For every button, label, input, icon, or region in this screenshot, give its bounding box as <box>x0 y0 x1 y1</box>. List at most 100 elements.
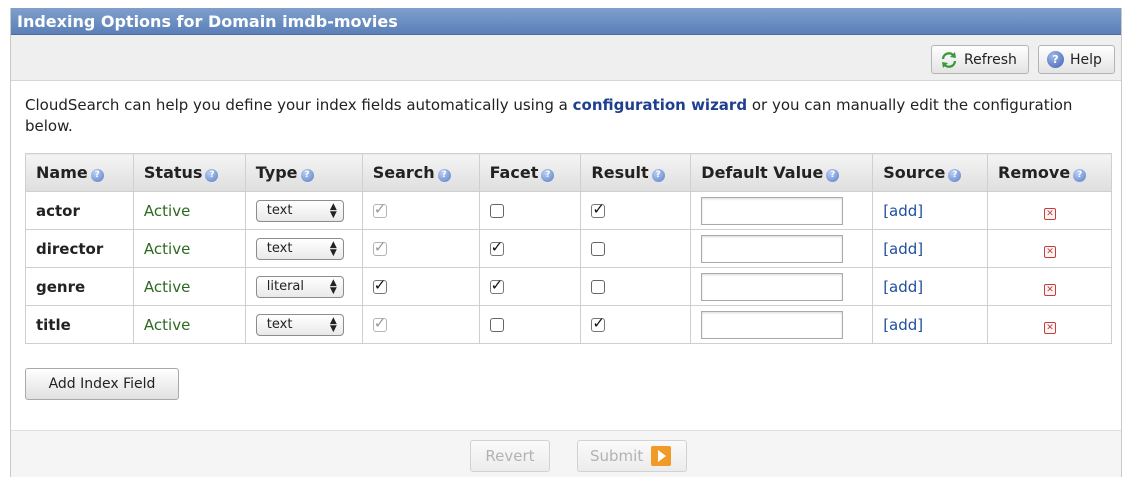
field-status: Active <box>132 305 246 344</box>
remove-cell: ✕ <box>987 305 1112 344</box>
help-label: Help <box>1070 51 1102 68</box>
search-cell <box>361 305 480 344</box>
default-value-cell <box>690 305 874 344</box>
column-label: Name <box>36 163 88 182</box>
table-row: genre Active literal ▲▼ [add] ✕ <box>25 267 1112 306</box>
field-name: actor <box>25 191 134 230</box>
submit-label: Submit <box>590 447 644 465</box>
add-source-link[interactable]: [add] <box>883 316 923 334</box>
result-checkbox[interactable] <box>591 314 606 332</box>
question-icon[interactable]: ? <box>205 169 219 182</box>
type-cell: literal ▲ ▼ <box>244 267 363 306</box>
select-arrows-icon: ▲ ▼ <box>329 239 337 258</box>
revert-button[interactable]: Revert <box>470 440 550 472</box>
result-cell <box>580 229 692 268</box>
column-label: Search <box>372 163 435 182</box>
question-icon[interactable]: ? <box>541 169 555 182</box>
table-row: title Active text ▲▼ [add] ✕ <box>25 305 1112 344</box>
index-fields-table: Name? Status? Type? Search? Facet? Resul… <box>25 153 1112 344</box>
help-button[interactable]: ? Help <box>1038 45 1115 74</box>
column-label: Status <box>143 163 203 182</box>
type-cell: text ▲ ▼ <box>244 305 363 344</box>
result-checkbox[interactable] <box>591 200 606 218</box>
question-icon[interactable]: ? <box>300 169 314 182</box>
configuration-wizard-link[interactable]: configuration wizard <box>573 96 747 114</box>
question-icon[interactable]: ? <box>1073 169 1087 182</box>
add-source-link[interactable]: [add] <box>883 202 923 220</box>
result-checkbox[interactable] <box>591 242 606 256</box>
result-cell <box>580 191 692 230</box>
footer-bar: Revert Submit <box>11 430 1121 477</box>
result-checkbox[interactable] <box>591 280 606 294</box>
column-header-remove: Remove? <box>987 153 1112 192</box>
column-label: Type <box>255 163 298 182</box>
type-select-value: literal <box>266 279 305 294</box>
default-value-input[interactable] <box>701 310 844 339</box>
submit-button[interactable]: Submit <box>577 440 687 472</box>
column-label: Default Value <box>701 163 824 182</box>
result-cell <box>580 305 692 344</box>
type-select[interactable]: text ▲ ▼ <box>255 199 344 222</box>
remove-icon[interactable]: ✕ <box>1044 207 1057 220</box>
type-select[interactable]: text ▲ ▼ <box>255 313 344 336</box>
column-header-default-value: Default Value? <box>690 153 874 192</box>
search-checkbox <box>372 200 387 218</box>
column-header-result: Result? <box>580 153 692 192</box>
facet-checkbox[interactable] <box>489 204 504 218</box>
search-checkbox[interactable] <box>372 276 387 294</box>
default-value-input[interactable] <box>701 196 844 225</box>
source-cell: [add] <box>872 267 989 306</box>
source-cell: [add] <box>872 191 989 230</box>
question-icon[interactable]: ? <box>90 169 104 182</box>
facet-cell <box>478 229 582 268</box>
type-select-value: text <box>266 203 293 218</box>
type-select-value: text <box>266 241 293 256</box>
column-label: Source <box>883 163 946 182</box>
type-select[interactable]: literal ▲ ▼ <box>255 275 344 298</box>
column-label: Facet <box>489 163 539 182</box>
type-cell: text ▲ ▼ <box>244 229 363 268</box>
refresh-label: Refresh <box>964 51 1017 68</box>
table-row: actor Active text ▲▼ [add] ✕ <box>25 191 1112 230</box>
remove-icon[interactable]: ✕ <box>1044 245 1057 258</box>
field-status: Active <box>132 191 246 230</box>
result-cell <box>580 267 692 306</box>
revert-label: Revert <box>485 447 535 465</box>
refresh-icon <box>940 51 958 69</box>
play-icon <box>651 446 672 466</box>
search-checkbox <box>372 314 387 332</box>
facet-checkbox[interactable] <box>489 238 504 256</box>
table-row: director Active text ▲▼ [add] ✕ <box>25 229 1112 268</box>
refresh-button[interactable]: Refresh <box>931 45 1029 74</box>
add-source-link[interactable]: [add] <box>883 278 923 296</box>
question-icon[interactable]: ? <box>948 169 962 182</box>
default-value-input[interactable] <box>701 272 844 301</box>
facet-cell <box>478 191 582 230</box>
type-cell: text ▲ ▼ <box>244 191 363 230</box>
facet-cell <box>478 305 582 344</box>
question-icon[interactable]: ? <box>826 169 840 182</box>
toolbar: Refresh ? Help <box>11 35 1121 81</box>
default-value-input[interactable] <box>701 234 844 263</box>
remove-cell: ✕ <box>987 229 1112 268</box>
remove-cell: ✕ <box>987 191 1112 230</box>
field-name: title <box>25 305 134 344</box>
column-header-search: Search? <box>361 153 480 192</box>
remove-icon[interactable]: ✕ <box>1044 283 1057 296</box>
add-source-link[interactable]: [add] <box>883 240 923 258</box>
question-icon[interactable]: ? <box>437 169 451 182</box>
field-name: director <box>25 229 134 268</box>
type-select[interactable]: text ▲ ▼ <box>255 237 344 260</box>
facet-checkbox[interactable] <box>489 276 504 294</box>
column-header-status: Status? <box>132 153 246 192</box>
source-cell: [add] <box>872 229 989 268</box>
field-name: genre <box>25 267 134 306</box>
select-arrows-icon: ▲ ▼ <box>329 277 337 296</box>
column-header-type: Type? <box>244 153 363 192</box>
default-value-cell <box>690 191 874 230</box>
column-header-name: Name? <box>25 153 134 192</box>
question-icon[interactable]: ? <box>651 169 665 182</box>
add-index-field-button[interactable]: Add Index Field <box>25 368 179 400</box>
facet-checkbox[interactable] <box>489 318 504 332</box>
remove-icon[interactable]: ✕ <box>1044 321 1057 334</box>
